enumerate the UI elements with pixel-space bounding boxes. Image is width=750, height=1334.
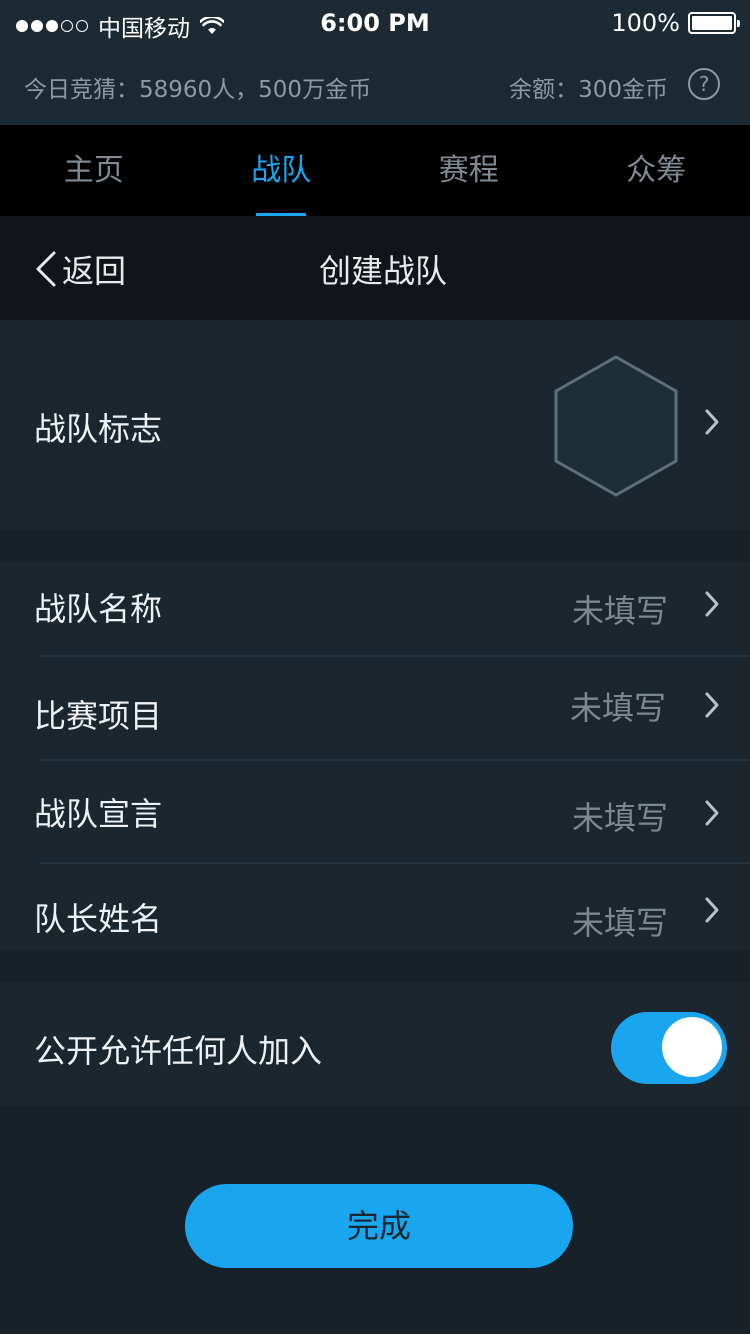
row-value: 未填写 [571,904,668,942]
captain-name-row[interactable]: 队长姓名 未填写 [0,864,750,961]
done-button[interactable]: 完成 [185,1184,573,1268]
team-logo-row[interactable]: 战队标志 [0,320,750,530]
main-tabs: 主页 战队 赛程 众筹 [0,125,750,216]
row-value: 未填写 [571,799,668,837]
tab-label: 赛程 [438,153,499,188]
chevron-right-icon [705,409,719,435]
nav-bar: 返回 创建战队 [0,216,750,320]
tab-label: 众筹 [626,153,687,188]
tab-crowdfunding[interactable]: 众筹 [563,125,750,216]
team-info-list: 战队名称 未填写 比赛项目 未填写 战队宣言 未填写 队长姓名 未填写 [0,562,750,950]
info-bar: 今日竞猜：58960人，500万金币 余额：300金币 ? [0,48,750,125]
battery-percent: 100% [611,9,680,37]
public-join-toggle[interactable] [611,1012,727,1084]
chevron-right-icon [705,692,719,718]
row-label: 比赛项目 [34,697,163,735]
row-value: 未填写 [571,592,668,630]
game-item-row[interactable]: 比赛项目 未填写 [0,657,750,754]
team-logo-label: 战队标志 [34,410,163,448]
balance-text: 余额：300金币 [509,77,668,103]
chevron-right-icon [705,800,719,826]
tab-label: 战队 [251,153,312,188]
tab-schedule[interactable]: 赛程 [375,125,563,216]
team-manifesto-row[interactable]: 战队宣言 未填写 [0,761,750,858]
help-icon[interactable]: ? [688,68,720,100]
team-name-row[interactable]: 战队名称 未填写 [0,562,750,659]
create-team-screen: 中国移动 6:00 PM 100% 今日竞猜：58960人，500万金币 余额：… [0,0,750,1334]
battery-icon [688,12,740,34]
status-bar: 中国移动 6:00 PM 100% [0,0,750,48]
row-label: 队长姓名 [34,900,163,938]
today-guess-text: 今日竞猜：58960人，500万金币 [24,77,372,103]
public-join-row: 公开允许任何人加入 [0,982,750,1106]
chevron-right-icon [705,897,719,923]
hexagon-placeholder-icon[interactable] [552,354,680,498]
chevron-right-icon [705,591,719,617]
row-label: 战队名称 [34,590,163,628]
tab-team[interactable]: 战队 [188,125,376,216]
tab-label: 主页 [63,153,124,188]
row-value: 未填写 [569,689,666,727]
public-join-label: 公开允许任何人加入 [34,1032,323,1070]
tab-home[interactable]: 主页 [0,125,188,216]
row-label: 战队宣言 [34,795,163,833]
page-title: 创建战队 [318,252,447,290]
status-right: 100% [611,9,740,37]
toggle-knob [662,1017,722,1077]
